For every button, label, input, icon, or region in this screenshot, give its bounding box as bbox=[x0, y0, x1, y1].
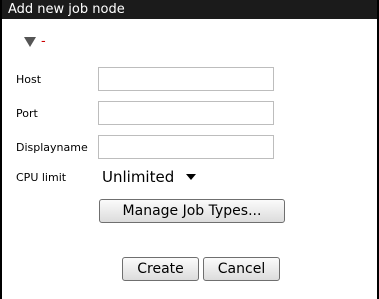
host-input[interactable] bbox=[98, 67, 274, 91]
displayname-input[interactable] bbox=[98, 135, 274, 159]
collapse-toggle[interactable]: - bbox=[24, 33, 64, 53]
port-input[interactable] bbox=[98, 101, 274, 125]
dialog-title: Add new job node bbox=[8, 2, 125, 17]
create-button[interactable]: Create bbox=[122, 257, 199, 281]
manage-job-types-button[interactable]: Manage Job Types... bbox=[99, 199, 285, 223]
cpu-limit-value: Unlimited bbox=[102, 168, 175, 186]
dialog-titlebar: Add new job node bbox=[2, 0, 377, 19]
host-label: Host bbox=[16, 73, 42, 86]
triangle-down-icon bbox=[24, 37, 36, 47]
port-label: Port bbox=[16, 107, 38, 120]
caret-down-icon bbox=[186, 174, 196, 180]
displayname-label: Displayname bbox=[16, 141, 88, 154]
cancel-button[interactable]: Cancel bbox=[203, 257, 280, 281]
add-job-node-dialog: Add new job node - Host Port Displayname… bbox=[0, 0, 379, 299]
cpu-limit-label: CPU limit bbox=[16, 171, 67, 184]
collapse-indicator: - bbox=[41, 34, 46, 49]
cpu-limit-select[interactable]: Unlimited bbox=[98, 166, 202, 188]
